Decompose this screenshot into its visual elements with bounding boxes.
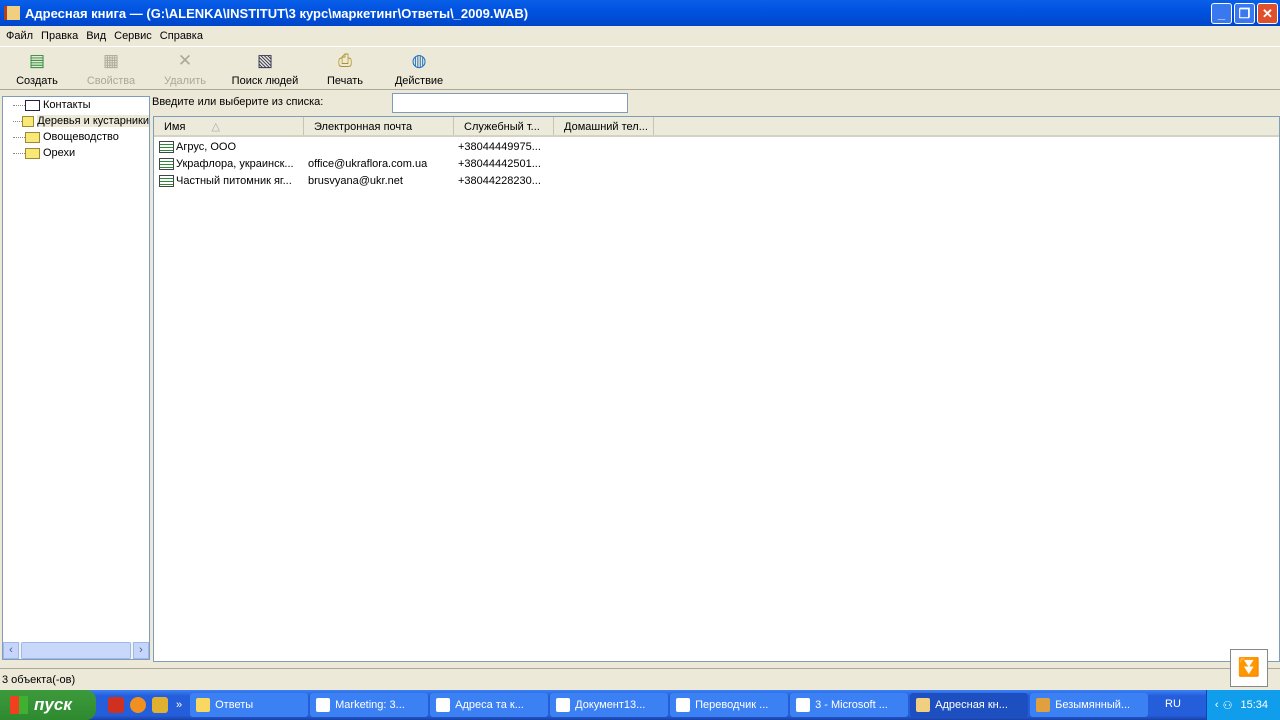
contact-list: Имя △ Электронная почта Служебный т... До… [153,116,1280,662]
status-bar: 3 объекта(-ов) [0,668,1280,690]
ie-icon [316,698,331,712]
task-button[interactable]: Безымянный... [1030,693,1149,717]
scrollbar-thumb[interactable] [21,642,131,659]
chevron-more-icon[interactable]: » [176,699,182,711]
task-button-active[interactable]: Адресная кн... [910,693,1029,717]
delete-icon: ✕ [177,51,193,70]
folder-tree: Контакты Деревья и кустарники Овощеводст… [2,96,150,660]
windows-logo-icon [10,696,28,714]
action-button[interactable]: ◍ Действие [382,47,456,89]
download-arrows-icon[interactable]: ⏬ [1230,649,1268,687]
paint-icon [1036,698,1051,712]
column-header-name[interactable]: Имя △ [154,117,304,135]
sort-ascending-icon: △ [211,121,220,133]
new-contact-icon: ▤ [28,51,46,70]
scroll-left-icon[interactable]: ‹ [3,642,19,659]
column-header-home-phone[interactable]: Домашний тел... [554,117,654,135]
action-icon: ◍ [411,51,427,70]
task-button[interactable]: Документ13... [550,693,669,717]
column-header-work-phone[interactable]: Служебный т... [454,117,554,135]
menu-view[interactable]: Вид [82,30,110,42]
word-icon [436,698,451,712]
task-button[interactable]: Marketing: 3... [310,693,429,717]
find-people-icon: ▧ [256,51,274,70]
start-button[interactable]: пуск [0,690,96,720]
language-indicator[interactable]: RU [1165,698,1181,710]
address-book-icon [4,6,20,20]
contact-card-icon [159,175,174,188]
task-button[interactable]: Адреса та к... [430,693,549,717]
column-header-email[interactable]: Электронная почта [304,117,454,135]
search-input[interactable] [392,93,628,113]
address-book-icon [916,698,931,712]
network-icon[interactable]: ⚇ [1223,699,1233,712]
search-label: Введите или выберите из списка: [152,96,324,108]
folder-open-icon [22,115,35,127]
list-header: Имя △ Электронная почта Служебный т... До… [154,117,1279,137]
menu-bar: Файл Правка Вид Сервис Справка [0,26,1280,45]
print-icon: ⎙ [338,51,352,70]
task-button[interactable]: 3 - Microsoft ... [790,693,909,717]
menu-edit[interactable]: Правка [37,30,82,42]
folder-icon [196,698,211,712]
menu-file[interactable]: Файл [2,30,37,42]
show-hidden-icons-icon[interactable]: ‹ [1215,699,1219,711]
folder-icon [25,147,40,159]
tree-horizontal-scrollbar[interactable]: ‹ › [3,642,149,659]
tree-item-nuts[interactable]: Орехи [3,145,149,161]
properties-icon: ▦ [102,51,120,70]
properties-button[interactable]: ▦ Свойства [74,47,148,89]
close-button[interactable]: ✕ [1257,3,1278,24]
task-button[interactable]: Ответы [190,693,309,717]
quicklaunch-icon[interactable] [108,697,124,713]
print-button[interactable]: ⎙ Печать [308,47,382,89]
scroll-right-icon[interactable]: › [133,642,149,659]
table-row[interactable]: Украфлора, украинск... office@ukraflora.c… [154,156,1279,173]
tree-item-contacts[interactable]: Контакты [3,97,149,113]
contact-card-icon [159,141,174,154]
contacts-book-icon [25,99,40,111]
ie-icon [676,698,691,712]
title-bar: Адресная книга — (G:\ALENKA\INSTITUT\3 к… [0,0,1280,26]
system-tray: ‹ ⚇ 15:34 [1206,690,1280,720]
quicklaunch-icon[interactable] [152,697,168,713]
table-row[interactable]: Частный питомник яг... brusvyana@ukr.net +… [154,173,1279,190]
find-people-button[interactable]: ▧ Поиск людей [222,47,308,89]
menu-tools[interactable]: Сервис [110,30,156,42]
taskbar: пуск » Ответы Marketing: 3... Адреса та … [0,690,1280,720]
clock: 15:34 [1240,699,1268,711]
tree-item-trees[interactable]: Деревья и кустарники [3,113,149,129]
delete-button[interactable]: ✕ Удалить [148,47,222,89]
menu-help[interactable]: Справка [156,30,207,42]
contact-card-icon [159,158,174,171]
word-icon [796,698,811,712]
table-row[interactable]: Агрус, ООО +38044449975... [154,139,1279,156]
quicklaunch-icon[interactable] [130,697,146,713]
toolbar: ▤ Создать ▦ Свойства ✕ Удалить ▧ Поиск людей… [0,46,1280,90]
new-button[interactable]: ▤ Создать [0,47,74,89]
folder-icon [25,131,40,143]
window-title: Адресная книга — (G:\ALENKA\INSTITUT\3 к… [25,5,529,21]
word-icon [556,698,571,712]
task-button[interactable]: Переводчик ... [670,693,789,717]
minimize-button[interactable]: _ [1211,3,1232,24]
tree-item-vegetables[interactable]: Овощеводство [3,129,149,145]
restore-button[interactable]: ❐ [1234,3,1255,24]
